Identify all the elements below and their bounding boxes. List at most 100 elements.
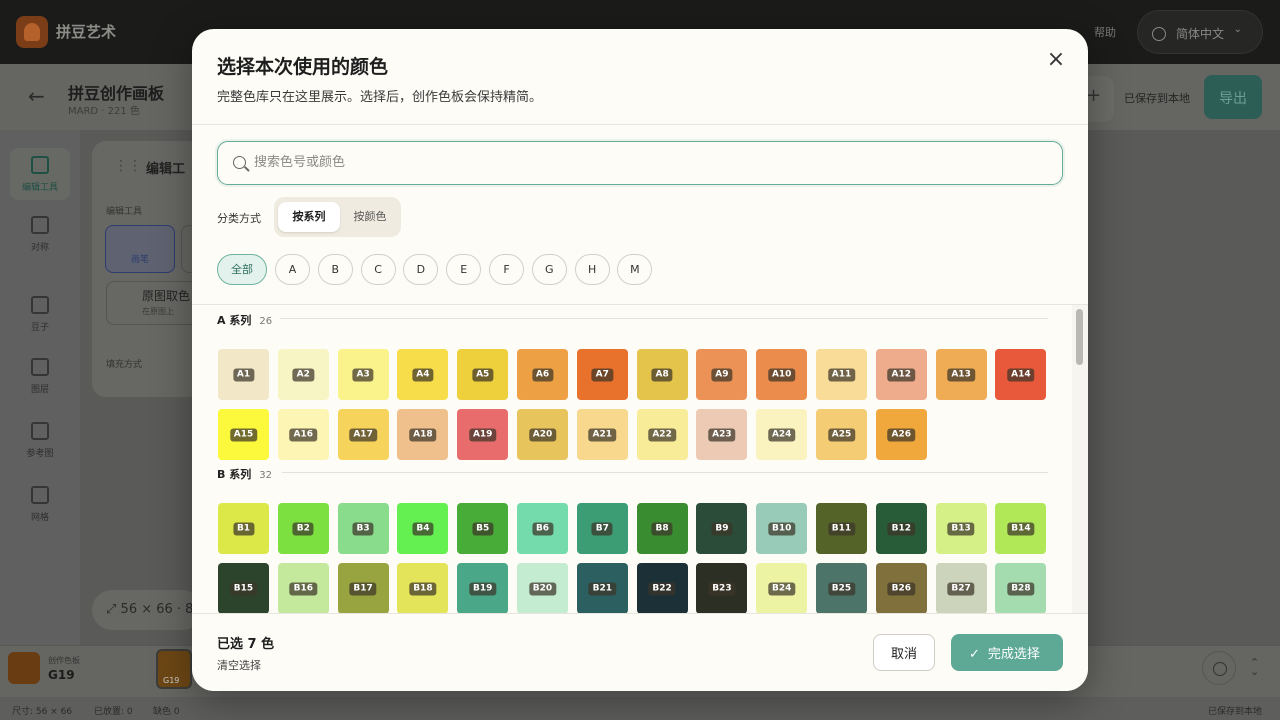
color-swatch[interactable]: B17 [337, 563, 389, 613]
current-color-label: 创作色板 [48, 656, 80, 665]
color-swatch[interactable]: A12 [875, 349, 927, 400]
color-swatch[interactable]: A15 [218, 409, 269, 460]
filter-chip[interactable]: 全部 [217, 254, 267, 285]
color-swatch[interactable]: A26 [875, 409, 927, 460]
palette-icon[interactable] [1202, 651, 1236, 685]
rail-item[interactable]: 对称 [0, 216, 80, 253]
filter-chip[interactable]: C [360, 254, 396, 285]
color-swatch[interactable]: A17 [337, 409, 389, 460]
color-swatch[interactable]: B28 [995, 563, 1047, 613]
rail-item-label: 编辑工具 [21, 183, 58, 193]
done-button[interactable]: ✓ 完成选择 [951, 634, 1063, 671]
rail-item[interactable]: 网格 [0, 486, 80, 523]
color-swatch[interactable]: A1 [218, 349, 269, 400]
color-swatch[interactable]: B20 [517, 563, 568, 613]
color-swatch[interactable]: B11 [816, 503, 867, 554]
color-swatch[interactable]: A21 [576, 409, 628, 460]
search-input[interactable] [254, 142, 1054, 183]
filter-chip[interactable]: H [574, 254, 610, 285]
sort-by-color-button[interactable]: 按颜色 [342, 202, 398, 232]
color-swatch[interactable]: A8 [636, 349, 688, 400]
filter-chip[interactable]: E [446, 254, 482, 285]
filter-chip[interactable]: B [317, 254, 353, 285]
sort-by-series-button[interactable]: 按系列 [278, 202, 340, 232]
color-swatch[interactable]: B21 [576, 563, 628, 613]
color-swatch[interactable]: B8 [636, 503, 688, 554]
color-swatch[interactable]: B23 [696, 563, 748, 613]
color-swatch[interactable]: A16 [277, 409, 329, 460]
rail-item[interactable]: 编辑工具 [10, 148, 70, 200]
color-code: B12 [887, 522, 915, 535]
rail-item[interactable]: 参考图 [0, 422, 80, 459]
color-swatch[interactable]: B24 [756, 563, 808, 613]
color-swatch[interactable]: A20 [517, 409, 568, 460]
language-selector[interactable]: 简体中文 ⌄ [1137, 10, 1263, 54]
color-swatch[interactable]: A13 [935, 349, 987, 400]
cancel-button[interactable]: 取消 [873, 634, 935, 671]
color-swatch[interactable]: B4 [397, 503, 449, 554]
color-swatch[interactable]: B5 [457, 503, 509, 554]
color-swatch[interactable]: A22 [636, 409, 688, 460]
current-color-code: G19 [48, 668, 75, 682]
section-label: 编辑工具 [106, 207, 143, 217]
color-swatch[interactable]: A7 [576, 349, 628, 400]
color-swatch[interactable]: A3 [337, 349, 389, 400]
rail-item[interactable]: 豆子 [0, 296, 80, 333]
color-swatch[interactable]: B27 [935, 563, 987, 613]
color-swatch[interactable]: A18 [397, 409, 449, 460]
color-swatch[interactable]: B10 [756, 503, 808, 554]
close-icon[interactable]: × [1043, 47, 1069, 73]
drag-handle-icon[interactable]: ⋮⋮ [114, 158, 142, 174]
color-swatch[interactable]: A23 [696, 409, 748, 460]
pick-color-subtitle: 在原图上 [142, 307, 174, 316]
color-swatch[interactable]: A10 [756, 349, 808, 400]
color-swatch[interactable]: B22 [636, 563, 688, 613]
color-swatch[interactable]: A4 [397, 349, 449, 400]
color-swatch[interactable]: B1 [218, 503, 269, 554]
help-link[interactable]: 帮助 [1094, 24, 1116, 40]
color-code: B2 [292, 522, 314, 535]
color-swatch[interactable]: B2 [277, 503, 329, 554]
color-swatch[interactable]: B6 [517, 503, 568, 554]
color-swatch[interactable]: B7 [576, 503, 628, 554]
color-swatch[interactable]: A2 [277, 349, 329, 400]
export-button[interactable]: 导出 [1204, 75, 1262, 119]
color-swatch[interactable]: B3 [337, 503, 389, 554]
filter-chip[interactable]: F [489, 254, 524, 285]
color-swatch[interactable]: B9 [696, 503, 748, 554]
expand-icon[interactable]: ⌃ ⌄ [1250, 657, 1259, 677]
color-swatch[interactable]: A24 [756, 409, 808, 460]
palette-chip[interactable]: G19 [156, 649, 192, 689]
color-swatch[interactable]: A14 [995, 349, 1047, 400]
color-swatch[interactable]: A9 [696, 349, 748, 400]
color-swatch[interactable]: A25 [816, 409, 867, 460]
color-swatch[interactable]: B26 [875, 563, 927, 613]
color-swatch[interactable]: B12 [875, 503, 927, 554]
color-swatch[interactable]: B14 [995, 503, 1047, 554]
color-swatch[interactable]: B18 [397, 563, 449, 613]
filter-chip[interactable]: A [275, 254, 310, 285]
color-swatch[interactable]: B25 [816, 563, 867, 613]
rail-item[interactable]: 图层 [0, 358, 80, 395]
color-list[interactable]: A 系列 26 A1 A2 A3 A4 A5 A6 A7 A8 A9 A10 A11 A12 A13 A14 A… [192, 305, 1072, 613]
color-swatch[interactable]: A19 [457, 409, 509, 460]
scrollbar-thumb[interactable] [1076, 309, 1083, 365]
filter-chip[interactable]: M [617, 254, 653, 285]
color-swatch[interactable]: B19 [457, 563, 509, 613]
color-swatch[interactable]: B16 [277, 563, 329, 613]
color-swatch[interactable]: A6 [517, 349, 568, 400]
canvas-size-badge[interactable]: ⤢ 56 × 66 · 8 [92, 590, 202, 630]
current-color-swatch[interactable] [8, 652, 40, 684]
color-swatch[interactable]: A11 [816, 349, 867, 400]
clear-selection-link[interactable]: 清空选择 [217, 657, 261, 673]
filter-chip[interactable]: G [531, 254, 567, 285]
rail-item-label: 对称 [30, 243, 49, 253]
color-swatch[interactable]: A5 [457, 349, 509, 400]
color-code: A11 [827, 368, 856, 381]
filter-chip[interactable]: D [403, 254, 439, 285]
color-swatch[interactable]: B13 [935, 503, 987, 554]
color-code: B6 [531, 522, 554, 535]
back-arrow-icon[interactable]: ← [28, 84, 45, 108]
brush-tool-button[interactable]: 画笔 [105, 225, 175, 273]
color-swatch[interactable]: B15 [218, 563, 269, 613]
